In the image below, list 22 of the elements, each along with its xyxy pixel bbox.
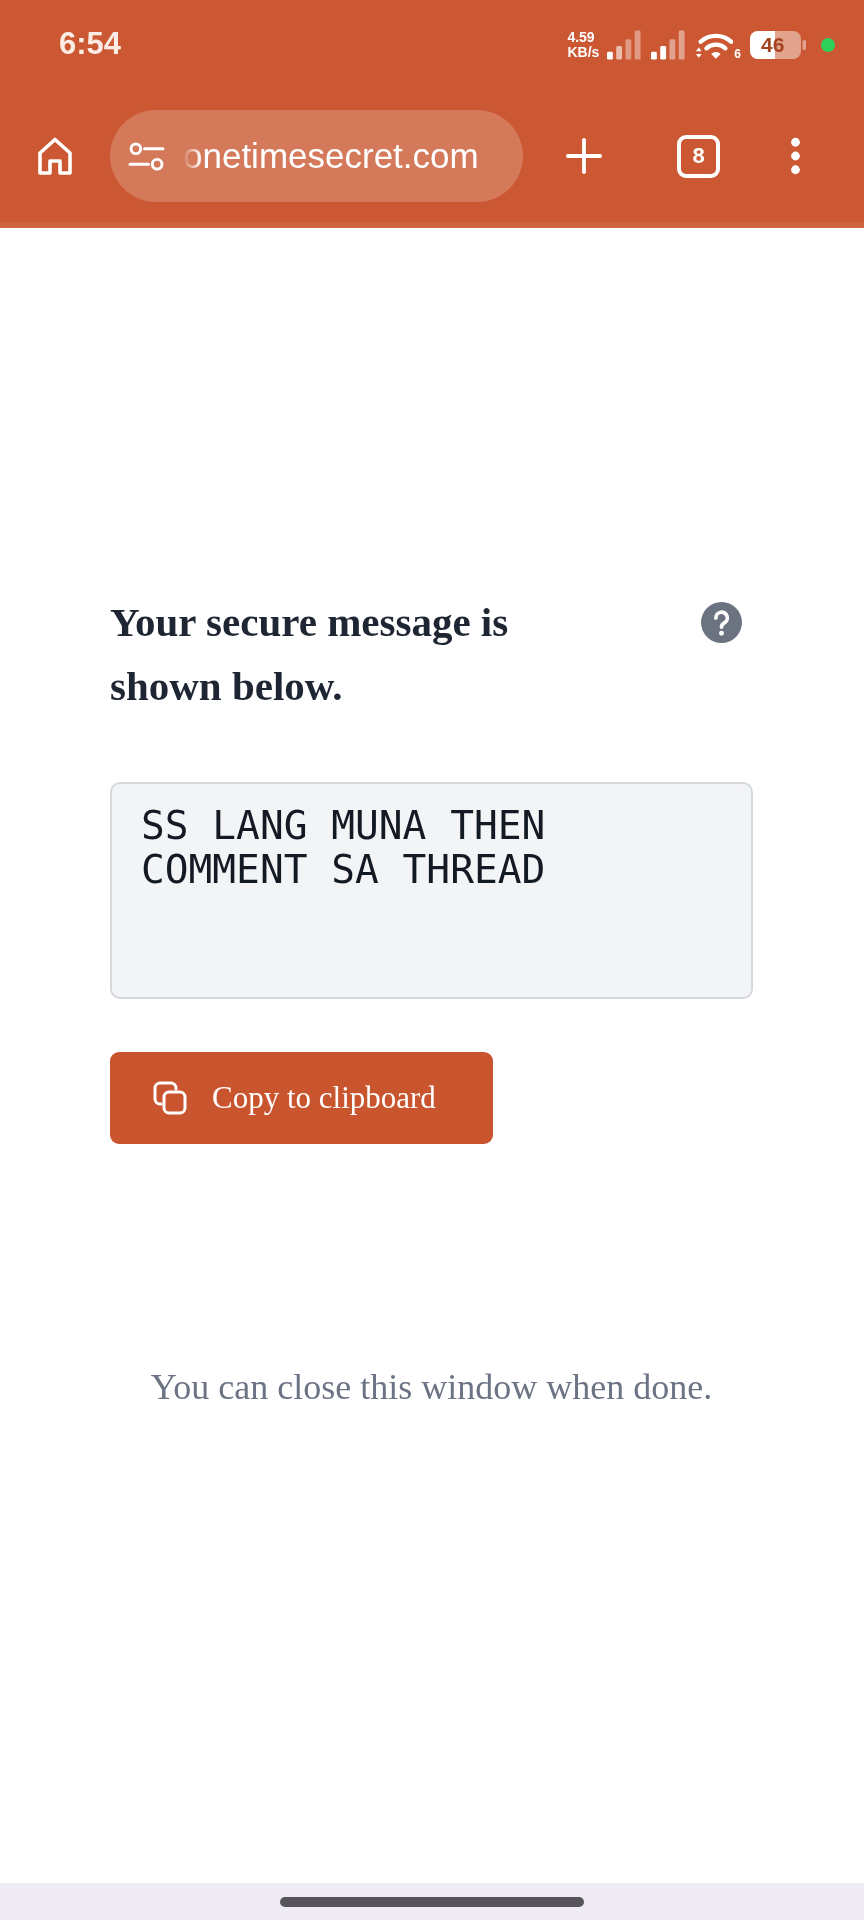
tab-switcher-button[interactable]: 8 bbox=[677, 134, 720, 178]
address-bar[interactable]: onetimesecret.com bbox=[110, 110, 523, 202]
plus-icon bbox=[566, 138, 602, 174]
close-window-note: You can close this window when done. bbox=[150, 1367, 713, 1407]
more-vertical-icon bbox=[789, 137, 801, 175]
home-icon bbox=[37, 136, 73, 176]
network-speed-unit: KB/s bbox=[567, 45, 600, 60]
copy-button[interactable]: Copy to clipboard bbox=[110, 1052, 493, 1144]
site-settings-icon[interactable] bbox=[128, 141, 165, 171]
page-heading: Your secure message is shown below. bbox=[110, 598, 510, 711]
status-time: 6:54 bbox=[59, 26, 122, 62]
home-indicator-handle[interactable] bbox=[280, 1897, 584, 1907]
battery-percent: 46 bbox=[761, 33, 785, 57]
message-field[interactable]: SS LANG MUNA THEN COMMENT SA THREAD bbox=[110, 782, 753, 999]
help-icon[interactable] bbox=[701, 602, 742, 643]
wifi-standard-label: 6 bbox=[734, 47, 741, 60]
battery-icon bbox=[750, 31, 806, 59]
signal-icon bbox=[651, 30, 687, 60]
network-speed-value: 4.59 bbox=[567, 30, 596, 45]
status-dot-icon bbox=[821, 38, 835, 52]
copy-icon bbox=[153, 1081, 187, 1115]
signal-icon bbox=[607, 30, 643, 60]
